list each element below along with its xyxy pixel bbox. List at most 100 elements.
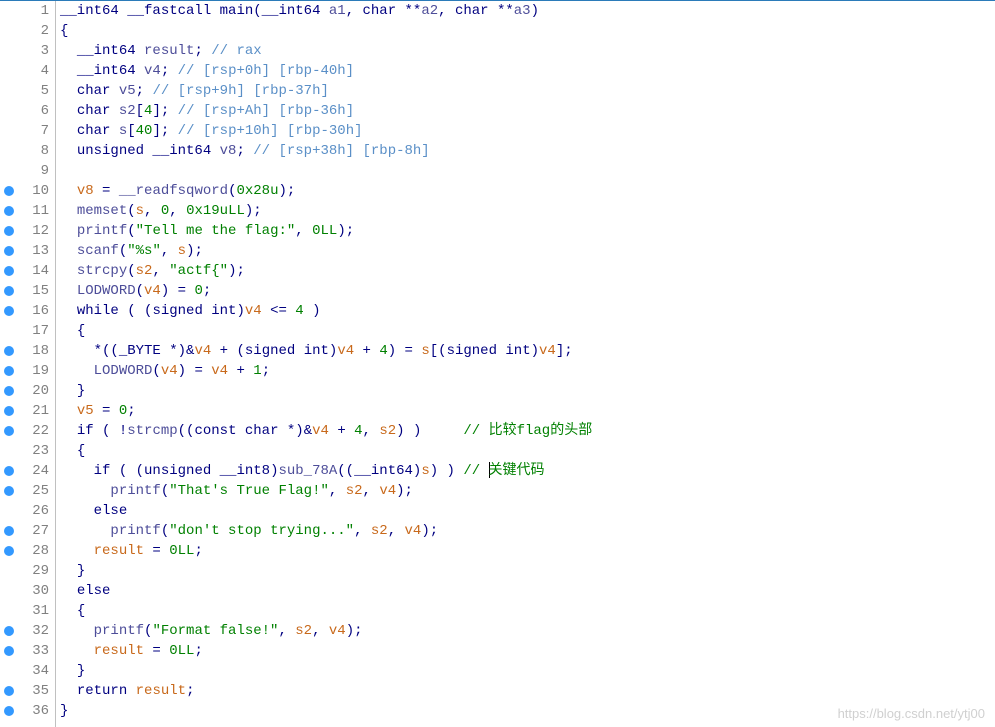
token: [: [127, 123, 135, 139]
token: "don't stop trying...": [169, 523, 354, 539]
token: ) =: [161, 283, 195, 299]
code-line[interactable]: v8 = __readfsqword(0x28u);: [60, 181, 995, 201]
breakpoint-icon[interactable]: [4, 246, 14, 256]
breakpoint-icon[interactable]: [4, 646, 14, 656]
line-number: 36: [0, 701, 55, 721]
code-line[interactable]: strcpy(s2, "actf{");: [60, 261, 995, 281]
code-line[interactable]: {: [60, 601, 995, 621]
token: // [rsp+9h] [rbp-37h]: [152, 83, 328, 99]
token: printf: [110, 483, 160, 499]
token: =: [144, 543, 169, 559]
token: 4: [295, 303, 303, 319]
token: [60, 403, 77, 419]
code-line[interactable]: return result;: [60, 681, 995, 701]
token: // [rsp+10h] [rbp-30h]: [178, 123, 363, 139]
token: v4: [405, 523, 422, 539]
code-line[interactable]: unsigned __int64 v8; // [rsp+38h] [rbp-8…: [60, 141, 995, 161]
token: [60, 243, 77, 259]
line-number: 22: [0, 421, 55, 441]
token: );: [186, 243, 203, 259]
breakpoint-icon[interactable]: [4, 626, 14, 636]
code-line[interactable]: LODWORD(v4) = 0;: [60, 281, 995, 301]
breakpoint-icon[interactable]: [4, 306, 14, 316]
token: s2: [346, 483, 363, 499]
breakpoint-icon[interactable]: [4, 706, 14, 716]
breakpoint-icon[interactable]: [4, 266, 14, 276]
token: +: [228, 363, 253, 379]
code-line[interactable]: __int64 __fastcall main(__int64 a1, char…: [60, 1, 995, 21]
code-line[interactable]: if ( !strcmp((const char *)&v4 + 4, s2) …: [60, 421, 995, 441]
code-line[interactable]: }: [60, 381, 995, 401]
token: ( !: [94, 423, 128, 439]
token: ) =: [388, 343, 422, 359]
code-line[interactable]: printf("That's True Flag!", s2, v4);: [60, 481, 995, 501]
code-line[interactable]: char s[40]; // [rsp+10h] [rbp-30h]: [60, 121, 995, 141]
token: v4: [245, 303, 262, 319]
token: [60, 683, 77, 699]
code-line[interactable]: else: [60, 581, 995, 601]
token: );: [278, 183, 295, 199]
token: =: [94, 183, 119, 199]
code-line[interactable]: else: [60, 501, 995, 521]
token: v4: [312, 423, 329, 439]
code-line[interactable]: [60, 161, 995, 181]
breakpoint-icon[interactable]: [4, 526, 14, 536]
breakpoint-icon[interactable]: [4, 226, 14, 236]
breakpoint-icon[interactable]: [4, 466, 14, 476]
code-line[interactable]: }: [60, 661, 995, 681]
code-line[interactable]: {: [60, 321, 995, 341]
token: +: [329, 423, 354, 439]
token: 4: [354, 423, 362, 439]
token: // [rsp+Ah] [rbp-36h]: [178, 103, 354, 119]
token: ];: [556, 343, 573, 359]
breakpoint-icon[interactable]: [4, 406, 14, 416]
code-line[interactable]: __int64 result; // rax: [60, 41, 995, 61]
token: result: [94, 543, 144, 559]
code-line[interactable]: *((_BYTE *)&v4 + (signed int)v4 + 4) = s…: [60, 341, 995, 361]
code-line[interactable]: printf("Tell me the flag:", 0LL);: [60, 221, 995, 241]
code-line[interactable]: char v5; // [rsp+9h] [rbp-37h]: [60, 81, 995, 101]
code-line[interactable]: result = 0LL;: [60, 541, 995, 561]
code-line[interactable]: while ( (signed int)v4 <= 4 ): [60, 301, 995, 321]
breakpoint-icon[interactable]: [4, 486, 14, 496]
token: else: [77, 583, 111, 599]
breakpoint-icon[interactable]: [4, 686, 14, 696]
line-number: 2: [0, 21, 55, 41]
token: (: [161, 483, 169, 499]
code-line[interactable]: result = 0LL;: [60, 641, 995, 661]
code-line[interactable]: printf("don't stop trying...", s2, v4);: [60, 521, 995, 541]
breakpoint-icon[interactable]: [4, 186, 14, 196]
breakpoint-icon[interactable]: [4, 426, 14, 436]
code-editor[interactable]: 1234567891011121314151617181920212223242…: [0, 0, 995, 727]
token: ): [236, 303, 244, 319]
code-area[interactable]: __int64 __fastcall main(__int64 a1, char…: [56, 1, 995, 727]
token: s: [421, 463, 429, 479]
code-line[interactable]: {: [60, 441, 995, 461]
code-line[interactable]: char s2[4]; // [rsp+Ah] [rbp-36h]: [60, 101, 995, 121]
breakpoint-icon[interactable]: [4, 366, 14, 376]
breakpoint-icon[interactable]: [4, 206, 14, 216]
breakpoint-icon[interactable]: [4, 386, 14, 396]
code-line[interactable]: scanf("%s", s);: [60, 241, 995, 261]
breakpoint-icon[interactable]: [4, 546, 14, 556]
code-line[interactable]: printf("Format false!", s2, v4);: [60, 621, 995, 641]
code-line[interactable]: }: [60, 561, 995, 581]
code-line[interactable]: __int64 v4; // [rsp+0h] [rbp-40h]: [60, 61, 995, 81]
token: ( (: [110, 463, 144, 479]
line-number: 5: [0, 81, 55, 101]
token: 4: [379, 343, 387, 359]
breakpoint-icon[interactable]: [4, 286, 14, 296]
line-number: 26: [0, 501, 55, 521]
code-line[interactable]: LODWORD(v4) = v4 + 1;: [60, 361, 995, 381]
line-number: 23: [0, 441, 55, 461]
line-number: 15: [0, 281, 55, 301]
token: 0: [161, 203, 169, 219]
token: "That's True Flag!": [169, 483, 329, 499]
token: return: [77, 683, 127, 699]
code-line[interactable]: {: [60, 21, 995, 41]
code-line[interactable]: memset(s, 0, 0x19uLL);: [60, 201, 995, 221]
token: ,: [278, 623, 295, 639]
code-line[interactable]: if ( (unsigned __int8)sub_78A((__int64)s…: [60, 461, 995, 481]
code-line[interactable]: v5 = 0;: [60, 401, 995, 421]
breakpoint-icon[interactable]: [4, 346, 14, 356]
